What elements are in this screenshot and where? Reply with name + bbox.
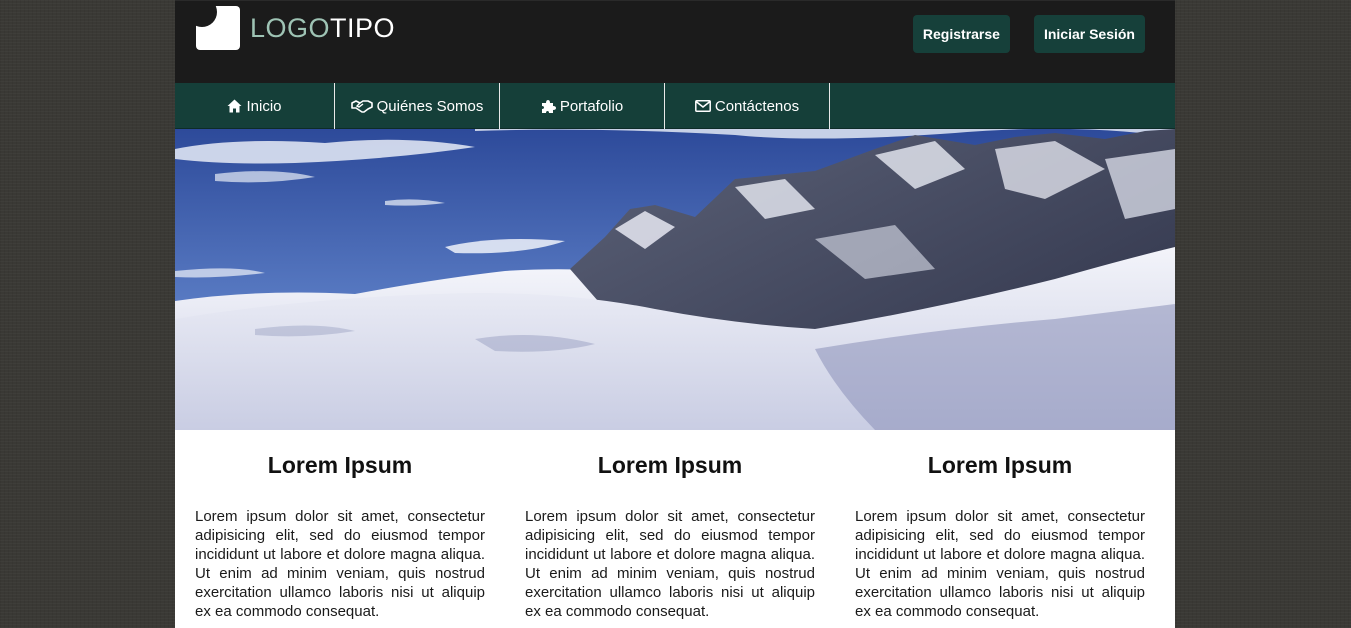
logo-text-part2: TIPO: [330, 13, 396, 43]
login-button[interactable]: Iniciar Sesión: [1033, 15, 1145, 53]
handshake-icon: [350, 99, 373, 113]
column-title: Lorem Ipsum: [597, 452, 743, 478]
nav-item-inicio[interactable]: Inicio: [175, 83, 335, 129]
main-nav: Inicio Quiénes Somos Portafolio Contácte…: [175, 83, 1175, 129]
column-title: Lorem Ipsum: [927, 452, 1073, 478]
nav-item-quienes-somos[interactable]: Quiénes Somos: [335, 83, 500, 129]
nav-item-label: Quiénes Somos: [376, 97, 484, 115]
logo-icon: [196, 6, 240, 50]
content-column: Lorem Ipsum Lorem ipsum dolor sit amet, …: [525, 430, 815, 621]
column-text: Lorem ipsum dolor sit amet, consectetur …: [525, 508, 815, 620]
logo[interactable]: LOGOTIPO: [196, 6, 395, 50]
nav-item-label: Portafolio: [559, 97, 624, 115]
auth-buttons: Registrarse Iniciar Sesión: [912, 15, 1145, 53]
nav-item-contactenos[interactable]: Contáctenos: [665, 83, 830, 129]
hero-mountain-image: [175, 129, 1175, 430]
page-container: LOGOTIPO Registrarse Iniciar Sesión Inic…: [175, 0, 1175, 628]
home-icon: [227, 99, 242, 113]
nav-item-label: Inicio: [246, 97, 282, 115]
column-title: Lorem Ipsum: [267, 452, 413, 478]
envelope-icon: [694, 100, 711, 112]
logo-text: LOGOTIPO: [250, 6, 395, 50]
content-column: Lorem Ipsum Lorem ipsum dolor sit amet, …: [195, 430, 485, 621]
content-columns: Lorem Ipsum Lorem ipsum dolor sit amet, …: [175, 430, 1175, 621]
nav-item-portafolio[interactable]: Portafolio: [500, 83, 665, 129]
register-button[interactable]: Registrarse: [912, 15, 1010, 53]
content-column: Lorem Ipsum Lorem ipsum dolor sit amet, …: [855, 430, 1145, 621]
top-header: LOGOTIPO Registrarse Iniciar Sesión: [175, 0, 1175, 83]
column-text: Lorem ipsum dolor sit amet, consectetur …: [195, 508, 485, 620]
logo-text-part1: LOGO: [250, 13, 331, 43]
column-text: Lorem ipsum dolor sit amet, consectetur …: [855, 508, 1145, 620]
nav-item-label: Contáctenos: [714, 97, 800, 115]
puzzle-icon: [541, 99, 556, 114]
